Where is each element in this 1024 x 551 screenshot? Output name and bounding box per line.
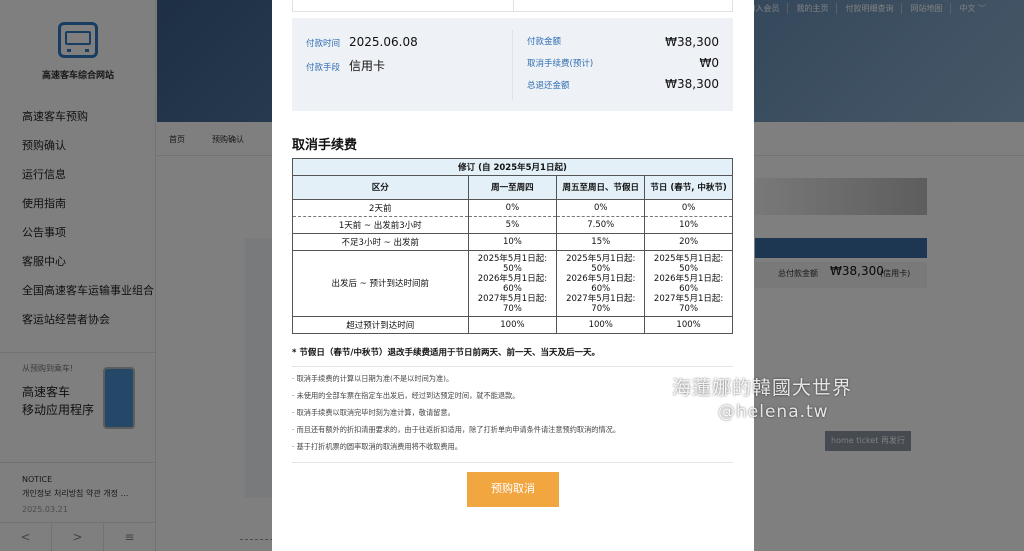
tier-line: 2026年5月1日起: xyxy=(477,273,548,284)
tier-line: 2025年5月1日起: xyxy=(566,253,636,264)
refund-row: 总退还金额 xyxy=(527,79,570,91)
table-cell-multi: 2025年5月1日起: 50% 2026年5月1日起: 60% 2027年5月1… xyxy=(467,250,558,317)
watermark-title: 海蓮娜的韓國大世界 xyxy=(672,377,853,399)
tier-line: 2025年5月1日起: xyxy=(653,253,724,264)
tier-line: 2026年5月1日起: xyxy=(566,273,636,284)
table-cell-multi: 2025年5月1日起: 50% 2026年5月1日起: 60% 2027年5月1… xyxy=(556,250,646,317)
table-cell: 不足3小时 ~ 出发前 xyxy=(292,233,469,251)
payment-time-value: 2025.06.08 xyxy=(349,35,418,49)
table-cell: 0% xyxy=(644,199,733,217)
refund-value: ₩38,300 xyxy=(665,77,719,91)
table-cell: 出发后 ~ 预计到达时间前 xyxy=(292,250,469,317)
cancel-modal: 付款时间 2025.06.08 付款手段 信用卡 付款金额 ₩38,300 取消… xyxy=(272,0,754,551)
table-cell: 0% xyxy=(556,199,646,217)
payment-amount-value: ₩38,300 xyxy=(665,35,719,49)
tier-line: 50% xyxy=(502,263,522,274)
refund-label: 总退还金额 xyxy=(527,81,570,91)
tier-line: 60% xyxy=(591,283,611,294)
table-cell: 2天前 xyxy=(292,199,469,217)
payment-method-label: 付款手段 xyxy=(306,63,341,73)
table-header-weekday: 周一至周四 xyxy=(467,175,558,200)
cancel-fee-label: 取消手续费(预计) xyxy=(527,59,594,69)
holiday-note: * 节假日（春节/中秋节）退改手续费适用于节日前两天、前一天、当天及后一天。 xyxy=(292,348,601,358)
tier-line: 50% xyxy=(591,263,611,274)
notes-list: 取消手续费的计算以日期为准(不是以时间为准)。 未使用的全部车票在指定车出发后，… xyxy=(292,366,733,463)
table-cell: 100% xyxy=(644,316,733,334)
tier-line: 70% xyxy=(502,303,522,314)
payment-time-label: 付款时间 xyxy=(306,39,341,49)
table-header-weekend: 周五至周日、节假日 xyxy=(556,175,646,200)
table-cell: 1天前 ~ 出发前3小时 xyxy=(292,216,469,234)
table-cell: 15% xyxy=(556,233,646,251)
list-item: 基于打折机票的圆率取消的取消费用将不收取费用。 xyxy=(292,441,733,458)
tier-line: 60% xyxy=(679,283,699,294)
table-cell: 100% xyxy=(467,316,558,334)
watermark-handle: @helena.tw xyxy=(718,402,829,422)
cancel-reservation-button[interactable]: 预购取消 xyxy=(467,472,559,507)
tier-line: 2027年5月1日起: xyxy=(653,293,724,304)
table-cell-multi: 2025年5月1日起: 50% 2026年5月1日起: 60% 2027年5月1… xyxy=(644,250,733,317)
cancel-fee-row: 取消手续费(预计) xyxy=(527,57,593,69)
table-cell: 20% xyxy=(644,233,733,251)
payment-method-value: 信用卡 xyxy=(349,59,386,73)
payment-method-row: 付款手段 信用卡 xyxy=(306,57,385,74)
payment-divider xyxy=(512,30,513,100)
tier-line: 50% xyxy=(679,263,699,274)
cancel-fee-value: ₩0 xyxy=(699,56,720,70)
table-cell: 10% xyxy=(467,233,558,251)
table-header-category: 区分 xyxy=(292,175,469,200)
section-title: 取消手续费 xyxy=(292,138,358,153)
payment-amount-label: 付款金额 xyxy=(527,37,562,47)
cancel-fee-table: 修订 (自 2025年5月1日起) 区分 周一至周四 周五至周日、节假日 节日 … xyxy=(292,158,733,334)
payment-summary: 付款时间 2025.06.08 付款手段 信用卡 付款金额 ₩38,300 取消… xyxy=(292,18,733,111)
tier-line: 60% xyxy=(502,283,522,294)
tier-line: 2027年5月1日起: xyxy=(477,293,548,304)
top-table-stub xyxy=(292,0,733,12)
table-cell: 5% xyxy=(467,216,558,234)
table-row: 1天前 ~ 出发前3小时 5% 7.50% 10% xyxy=(292,216,733,234)
table-header-holiday: 节日 (春节, 中秋节) xyxy=(644,175,733,200)
payment-time-row: 付款时间 2025.06.08 xyxy=(306,35,418,49)
table-row: 不足3小时 ~ 出发前 10% 15% 20% xyxy=(292,233,733,251)
table-cell: 超过预计到达时间 xyxy=(292,316,469,334)
table-row: 出发后 ~ 预计到达时间前 2025年5月1日起: 50% 2026年5月1日起… xyxy=(292,250,733,317)
tier-line: 2027年5月1日起: xyxy=(566,293,636,304)
table-cell: 10% xyxy=(644,216,733,234)
payment-amount-row: 付款金额 xyxy=(527,35,561,47)
list-item: 而且还有额外的折扣清册要求的，由于往返折扣适用，除了打折单向申请条件请注意预约取… xyxy=(292,424,733,441)
table-row: 超过预计到达时间 100% 100% 100% xyxy=(292,316,733,334)
tier-line: 70% xyxy=(679,303,699,314)
table-cell: 7.50% xyxy=(556,216,646,234)
table-caption: 修订 (自 2025年5月1日起) xyxy=(292,158,733,176)
table-cell: 0% xyxy=(467,199,558,217)
list-item: 取消手续费的计算以日期为准(不是以时间为准)。 xyxy=(292,373,733,390)
tier-line: 70% xyxy=(591,303,611,314)
list-item: 取消手续费以取消完毕时刻为准计算，敬请留意。 xyxy=(292,407,733,424)
list-item: 未使用的全部车票在指定车出发后，经过到达预定时间，就不能退款。 xyxy=(292,390,733,407)
tier-line: 2026年5月1日起: xyxy=(653,273,724,284)
table-cell: 100% xyxy=(556,316,646,334)
tier-line: 2025年5月1日起: xyxy=(477,253,548,264)
table-row: 2天前 0% 0% 0% xyxy=(292,199,733,217)
